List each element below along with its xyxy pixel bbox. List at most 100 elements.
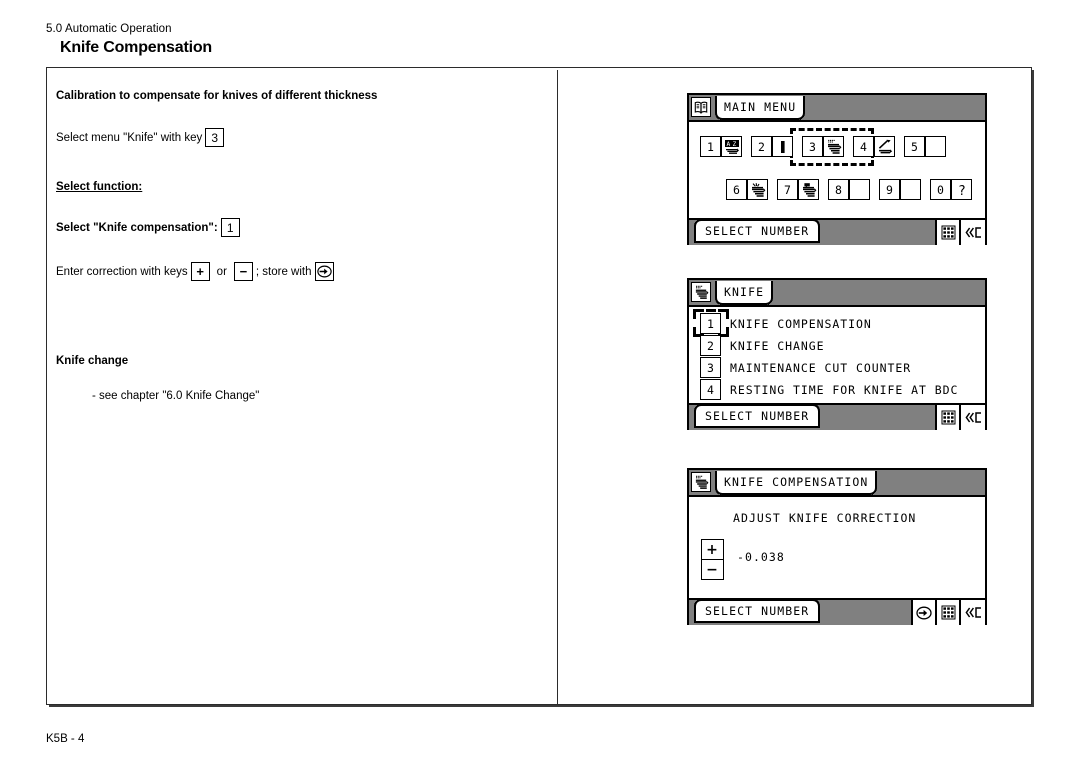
key-plus-box[interactable]: + xyxy=(190,262,210,281)
knife-change-note: - see chapter "6.0 Knife Change" xyxy=(92,388,536,404)
main-menu-item-9-number: 9 xyxy=(879,179,900,200)
main-menu-item-7[interactable]: 7 xyxy=(777,179,819,200)
knife-icon xyxy=(691,472,711,492)
main-menu-item-1[interactable]: 1 A Z xyxy=(700,136,742,157)
main-menu-statusbar: SELECT NUMBER xyxy=(689,218,985,245)
knife-titlebar: KNIFE xyxy=(689,280,985,307)
keypad-icon[interactable] xyxy=(935,220,959,245)
enter-store-icon[interactable] xyxy=(911,600,935,625)
step-select-menu: Select menu "Knife" with key 3 xyxy=(56,128,536,147)
main-menu-item-8[interactable]: 8 xyxy=(828,179,870,200)
step-enter-correction-text: Enter correction with keys xyxy=(56,265,188,278)
knife-list-item-1[interactable]: 1 KNIFE COMPENSATION xyxy=(700,313,958,335)
hand-stack-icon xyxy=(747,179,768,200)
key-minus-box[interactable]: − xyxy=(233,262,253,281)
knife-list-item-4[interactable]: 4 RESTING TIME FOR KNIFE AT BDC xyxy=(700,379,958,401)
enter-store-icon xyxy=(316,265,332,278)
blank-icon xyxy=(900,179,921,200)
main-menu-item-3-number: 3 xyxy=(802,136,823,157)
knife-menu-list: 1 KNIFE COMPENSATION 2 KNIFE CHANGE 3 MA… xyxy=(700,313,958,401)
keypad-icon[interactable] xyxy=(935,600,959,625)
lcd-panel-knife: KNIFE 1 KNIFE COMPENSATION 2 KNIFE CHANG… xyxy=(687,278,987,430)
main-menu-body: 1 A Z 2 3 4 5 6 7 8 9 0 ? xyxy=(689,122,985,218)
main-menu-status-text: SELECT NUMBER xyxy=(694,219,821,243)
az-sort-icon: A Z xyxy=(721,136,742,157)
svg-text:?: ? xyxy=(958,184,966,198)
clamp-stack-icon xyxy=(798,179,819,200)
knife-compensation-status-text: SELECT NUMBER xyxy=(694,599,821,623)
main-menu-item-2[interactable]: 2 xyxy=(751,136,793,157)
knife-compensation-statusbar: SELECT NUMBER xyxy=(689,598,985,625)
knife-list-item-3-number: 3 xyxy=(700,357,721,378)
knife-list-item-2[interactable]: 2 KNIFE CHANGE xyxy=(700,335,958,357)
blank-icon xyxy=(925,136,946,157)
page-title: Knife Compensation xyxy=(60,39,212,56)
knife-status-text: SELECT NUMBER xyxy=(694,404,821,428)
main-menu-item-9[interactable]: 9 xyxy=(879,179,921,200)
main-menu-item-0-number: 0 xyxy=(930,179,951,200)
main-menu-item-7-number: 7 xyxy=(777,179,798,200)
main-menu-row-1: 1 A Z 2 3 4 5 xyxy=(700,136,955,157)
main-menu-title: MAIN MENU xyxy=(715,96,806,120)
main-menu-item-4-number: 4 xyxy=(853,136,874,157)
back-clear-icon[interactable] xyxy=(959,220,985,245)
knife-list-item-1-label: KNIFE COMPENSATION xyxy=(730,317,872,331)
correction-stepper[interactable]: + − xyxy=(701,539,724,580)
knife-statusbar: SELECT NUMBER xyxy=(689,403,985,430)
knife-list-item-4-label: RESTING TIME FOR KNIFE AT BDC xyxy=(730,383,959,397)
main-menu-item-5[interactable]: 5 xyxy=(904,136,946,157)
instructions-heading: Calibration to compensate for knives of … xyxy=(56,88,536,104)
main-menu-row-2: 6 7 8 9 0 ? xyxy=(726,179,981,200)
instructions-heading-text: Calibration to compensate for knives of … xyxy=(56,90,378,102)
key-1-box[interactable]: 1 xyxy=(220,218,240,237)
select-function-heading-text: Select function: xyxy=(56,181,143,193)
key-store-box[interactable] xyxy=(314,262,334,281)
step-select-menu-text: Select menu "Knife" with key xyxy=(56,131,203,144)
step-select-knife-compensation-text: Select "Knife compensation": xyxy=(56,221,218,234)
main-menu-titlebar: MAIN MENU xyxy=(689,95,985,122)
knife-body: 1 KNIFE COMPENSATION 2 KNIFE CHANGE 3 MA… xyxy=(689,307,985,403)
knife-compensation-title: KNIFE COMPENSATION xyxy=(715,471,878,495)
main-menu-item-0[interactable]: 0 ? xyxy=(930,179,972,200)
main-menu-item-8-number: 8 xyxy=(828,179,849,200)
back-clear-icon[interactable] xyxy=(959,405,985,430)
knife-list-item-4-number: 4 xyxy=(700,379,721,400)
knife-list-item-1-number: 1 xyxy=(700,313,721,334)
chapter-label: 5.0 Automatic Operation xyxy=(46,23,172,35)
svg-text:Z: Z xyxy=(732,141,736,148)
knife-list-item-3-label: MAINTENANCE CUT COUNTER xyxy=(730,361,912,375)
knife-status-icons xyxy=(935,405,985,430)
lcd-panel-main-menu: MAIN MENU 1 A Z 2 3 4 5 6 7 8 9 0 ? SELE… xyxy=(687,93,987,245)
back-clear-icon[interactable] xyxy=(959,600,985,625)
knife-correction-value: -0.038 xyxy=(737,550,785,564)
main-menu-status-icons xyxy=(935,220,985,245)
knife-icon xyxy=(691,282,711,302)
knife-list-item-3[interactable]: 3 MAINTENANCE CUT COUNTER xyxy=(700,357,958,379)
key-3-box[interactable]: 3 xyxy=(205,128,225,147)
wrench-icon xyxy=(874,136,895,157)
knife-change-heading: Knife change xyxy=(56,353,536,369)
knife-list-item-2-number: 2 xyxy=(700,335,721,356)
main-menu-item-3[interactable]: 3 xyxy=(802,136,844,157)
content-frame: Calibration to compensate for knives of … xyxy=(46,67,1034,707)
main-menu-item-6[interactable]: 6 xyxy=(726,179,768,200)
lcd-panel-knife-compensation: KNIFE COMPENSATION ADJUST KNIFE CORRECTI… xyxy=(687,468,987,625)
keypad-icon[interactable] xyxy=(935,405,959,430)
step-enter-correction: Enter correction with keys + or − ; stor… xyxy=(56,262,536,281)
knife-list-item-2-label: KNIFE CHANGE xyxy=(730,339,825,353)
enter-correction-or: or xyxy=(216,265,227,278)
knife-compensation-caption: ADJUST KNIFE CORRECTION xyxy=(733,511,917,525)
main-menu-item-6-number: 6 xyxy=(726,179,747,200)
page-reference: K5B - 4 xyxy=(46,733,85,745)
stepper-plus-button[interactable]: + xyxy=(702,540,723,560)
stepper-minus-button[interactable]: − xyxy=(702,560,723,579)
knife-compensation-body: ADJUST KNIFE CORRECTION + − -0.038 xyxy=(689,497,985,598)
step-select-knife-compensation: Select "Knife compensation": 1 xyxy=(56,218,536,237)
page-footer: K5B - 4 xyxy=(46,733,84,745)
knife-change-note-text: - see chapter "6.0 Knife Change" xyxy=(92,390,260,402)
knife-compensation-status-icons xyxy=(911,600,985,625)
knife-change-heading-text: Knife change xyxy=(56,355,129,367)
page-header: 5.0 Automatic Operation Knife Compensati… xyxy=(46,22,646,58)
select-function-heading: Select function: xyxy=(56,179,536,195)
main-menu-item-4[interactable]: 4 xyxy=(853,136,895,157)
